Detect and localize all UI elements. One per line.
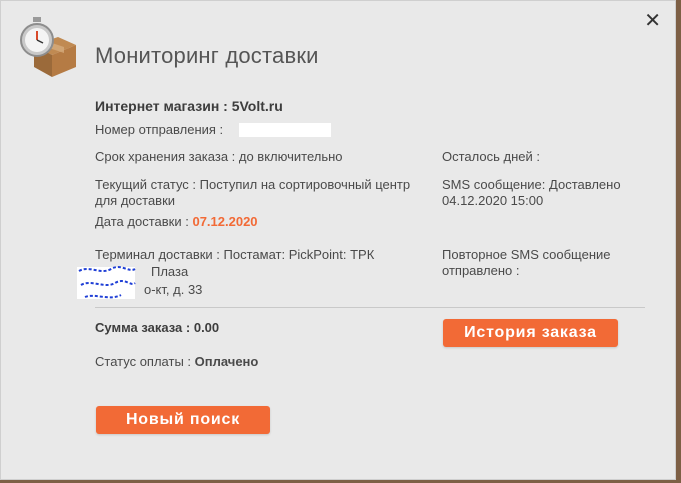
delivery-monitoring-dialog: ✕ Мониторинг доставки Интернет магазин :… bbox=[0, 0, 676, 480]
delivery-date-value: 07.12.2020 bbox=[192, 214, 258, 229]
payment-status-label: Статус оплаты : bbox=[95, 354, 192, 369]
redaction-scribble bbox=[77, 266, 136, 299]
payment-status-value: Оплачено bbox=[194, 354, 259, 369]
delivery-terminal: Терминал доставки : Постамат: PickPoint:… bbox=[95, 247, 375, 262]
payment-status: Статус оплаты : Оплачено bbox=[95, 354, 258, 370]
current-status: Текущий статус : Поступил на сортировочн… bbox=[95, 177, 411, 208]
days-left: Осталось дней : bbox=[442, 149, 540, 164]
shop-name: Интернет магазин : 5Volt.ru bbox=[95, 98, 283, 114]
sms-message: SMS сообщение: Доставлено 04.12.2020 15:… bbox=[442, 177, 621, 208]
order-sum: Сумма заказа : 0.00 bbox=[95, 320, 220, 335]
resend-sms: Повторное SMS сообщение отправлено : bbox=[442, 247, 611, 278]
order-history-button[interactable]: История заказа bbox=[443, 319, 618, 347]
storage-term: Срок хранения заказа : до включительно bbox=[95, 149, 343, 164]
stopwatch-box-icon bbox=[20, 17, 76, 77]
delivery-date: Дата доставки : 07.12.2020 bbox=[95, 214, 258, 230]
tracking-number-label: Номер отправления : bbox=[95, 122, 224, 137]
divider bbox=[95, 307, 645, 308]
new-search-button[interactable]: Новый поиск bbox=[96, 406, 270, 434]
terminal-address-line1: Плаза bbox=[151, 264, 189, 279]
dialog-title: Мониторинг доставки bbox=[95, 43, 319, 68]
close-icon[interactable]: ✕ bbox=[644, 10, 661, 30]
tracking-number-redacted bbox=[239, 123, 331, 137]
delivery-date-label: Дата доставки : bbox=[95, 214, 189, 229]
terminal-address-line2: о-кт, д. 33 bbox=[144, 282, 203, 297]
